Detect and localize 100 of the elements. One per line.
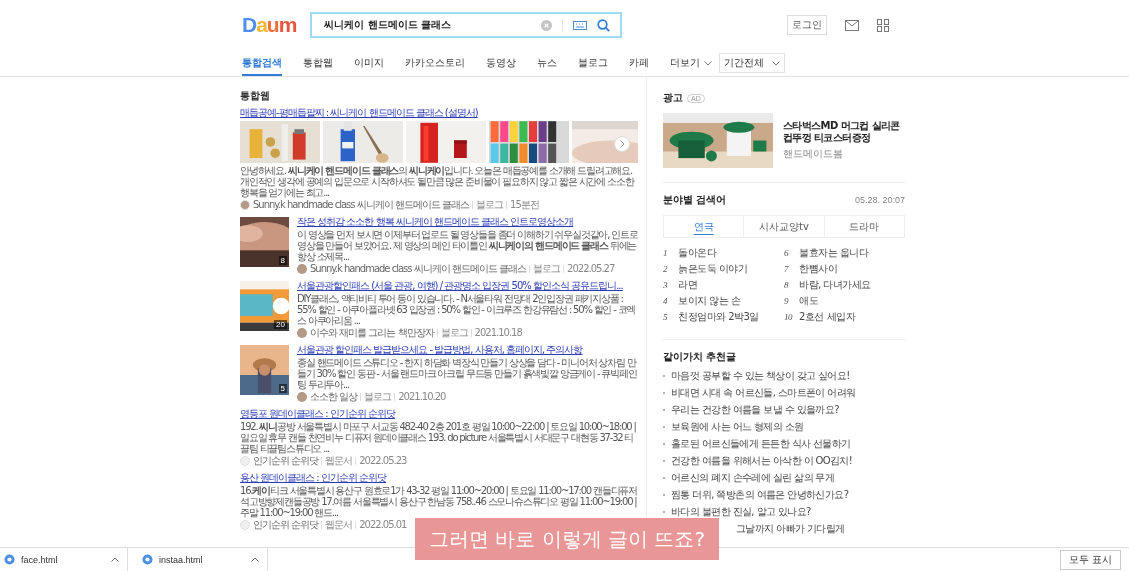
ranking-item[interactable]: 보이지 않는 손: [678, 294, 741, 308]
search-field[interactable]: 씨니케이 핸드메이드 클래스: [322, 18, 532, 32]
download-item[interactable]: face.html: [21, 554, 105, 565]
source-name[interactable]: Sunny.k handmade class 씨니케이 핸드메이드 클래스: [253, 199, 470, 211]
daum-logo[interactable]: Daum: [242, 13, 297, 37]
search-tab[interactable]: 통합웹: [303, 50, 333, 76]
result-link[interactable]: 작은 성취감 소소한 행복 씨니케이 핸드메이드 클래스 인트로영상소개: [297, 215, 638, 228]
caret-icon[interactable]: [111, 557, 119, 562]
search-box[interactable]: 씨니케이 핸드메이드 클래스: [310, 12, 623, 38]
ad-seller: 핸드메이드봄: [783, 147, 844, 161]
ranking-time: 05.28. 20:07: [854, 195, 905, 205]
post-date: 2021.10.18: [474, 327, 522, 339]
search-tab[interactable]: 뉴스: [537, 50, 557, 76]
source-name[interactable]: 소소한 일상: [310, 391, 358, 403]
rank-number: 10: [784, 312, 794, 322]
rank-number: 4: [663, 296, 668, 306]
source-name[interactable]: 인기순위 순위닷: [253, 455, 319, 467]
avatar-icon: [240, 520, 250, 530]
download-item[interactable]: instaa.html: [159, 554, 245, 565]
recommend-item[interactable]: 바다의 불편한 진실, 알고 있나요?: [671, 504, 811, 519]
rank-number: 5: [663, 312, 668, 322]
source-name[interactable]: 이수와 재미를 그리는 책만장자: [310, 327, 434, 339]
file-icon: [4, 554, 15, 565]
avatar-icon: [240, 200, 250, 210]
rank-number: 6: [784, 248, 790, 258]
subtitle-caption: 그러면 바로 이렇게 글이 뜨죠?: [415, 518, 719, 560]
image-count: 20: [274, 320, 287, 329]
avatar-icon: [240, 456, 250, 466]
result-link[interactable]: 매듭공예-평매듭팔찌 : 씨니케이 핸드메이드 클래스 (설명서): [240, 106, 638, 119]
search-tab[interactable]: 카페: [629, 50, 649, 76]
recommend-item[interactable]: 건강한 여름을 위해서는 아삭한 이 OO김치!: [671, 453, 853, 468]
ranking-item[interactable]: 친정엄마와 2박3일: [678, 310, 759, 324]
ranking-item[interactable]: 늙은도둑 이야기: [678, 262, 748, 276]
avatar-icon: [297, 392, 307, 402]
file-icon: [142, 554, 153, 565]
ranking-item[interactable]: 라면: [678, 278, 697, 292]
ranking-item[interactable]: 2호선 세입자: [799, 310, 856, 324]
result-snippet: DIY클래스, 액티비티 투어 등이 있습니다. - N서울타워 전망대 2인입장권 패키지상품 : 55% 할인 - 아쿠아플라넷 63 입장권 : 50% 할인 - 이크루즈 한강유람선 : 50% 할인 - 코엑스 아쿠아리움 ...: [297, 293, 637, 326]
ranking-title: 분야별 검색어: [663, 193, 727, 207]
rank-number: 1: [663, 248, 668, 258]
result-snippet: 이 영상을 먼저 보시면 이제부터 업로드 될 영상들을 좀더 이해하기 쉬우실것같아, 인트로 영상을 만들어 보았어요. 제 영상의 메인 타이틀인 씨니케이의 핸드메이드 클래스 뒤에는 항상 소제목...: [297, 229, 638, 262]
image-count: 8: [278, 256, 287, 265]
result-snippet: 안녕하세요. 씨니케이 핸드메이드 클래스의 씨니케이입니다. 오늘은 매듭공예를 소개해 드릴려고해요. 개인적인 생각에 공예의 입문으로 시작하셔도 될만큼 많은 준비물이 필요하지 않고 짧은 시간에 소소한 행복을 얻기에는 최고...: [240, 165, 635, 198]
more-menu[interactable]: 더보기: [670, 50, 712, 76]
search-tab[interactable]: 이미지: [354, 50, 384, 76]
ad-title[interactable]: 스타벅스MD 머그컵 실리콘컵뚜껑 티코스터증정: [783, 120, 905, 144]
caret-icon[interactable]: [251, 557, 259, 562]
avatar-icon: [297, 264, 307, 274]
caret-icon: [772, 60, 780, 66]
source-type: 블로그: [364, 391, 392, 403]
post-date: 2021.10.20: [398, 391, 446, 403]
ranking-item[interactable]: 애도: [799, 294, 818, 308]
rank-number: 7: [784, 264, 790, 274]
recommend-item[interactable]: 그날까지 아빠가 기다릴게: [736, 521, 845, 536]
chevron-icon: [619, 140, 625, 148]
source-name[interactable]: 인기순위 순위닷: [253, 519, 319, 531]
result-link[interactable]: 서울관광 할인패스 발급받으세요 - 발급방법, 사용처, 홈페이지, 주의사항: [297, 343, 638, 356]
result-link[interactable]: 영등포 원데이클래스 : 인기순위 순위닷: [240, 407, 638, 420]
keyboard-icon[interactable]: [573, 20, 588, 30]
post-date: 2022.05.27: [567, 263, 615, 275]
result-snippet: 종실 핸드메이드 스튜디오 - 한지 하담화 벽장식 만들기 상상을 담다 - 미니어처 상차림 만들기 30% 할인 동판 - 서울 랜드마크 아크릴 무드등 만들기 흙색빛깔 앙금케이 - 큐빅페인팅 두리두아...: [297, 357, 638, 390]
post-date: 15분전: [510, 199, 539, 211]
search-icon[interactable]: [597, 18, 611, 32]
search-tab[interactable]: 카카오스토리: [405, 50, 465, 76]
ranking-item[interactable]: 바람, 다녀가세요: [799, 278, 871, 292]
show-all-button[interactable]: 모두 표시: [1059, 549, 1121, 570]
ranking-item[interactable]: 돌아온다: [678, 246, 716, 260]
recommend-item[interactable]: 어르신의 폐지 손수레에 실린 삶의 무게: [671, 470, 835, 485]
ranking-item[interactable]: 한뼘사이: [799, 262, 837, 276]
rank-number: 9: [784, 296, 790, 306]
source-name[interactable]: Sunny.k handmade class 씨니케이 핸드메이드 클래스: [310, 263, 527, 275]
result-snippet: 16.케이티크 서울특별시 용산구 원효로1가 43-32 평일 11:00~20:00 | 토요일 11:00~17:00 캔들디퓨저석고방향제캔들공방 17.여름 서울특별시 용산구 한남동 758..46 스모나슈스튜디오 평일 11:00~19:00 | 주말 11:00~19:00 핸드...: [240, 485, 638, 518]
source-type: 웹문서: [325, 455, 353, 467]
result-link[interactable]: 서울관광할인패스 (서울 관광, 여행) / 관광명소 입장권 50% 할인소식 공유드립니...: [297, 279, 638, 292]
avatar-icon: [297, 328, 307, 338]
post-date: 2022.05.23: [359, 455, 407, 467]
result-link[interactable]: 용산 원데이클래스 : 인기순위 순위닷: [240, 471, 638, 484]
source-type: 블로그: [440, 327, 468, 339]
login-button[interactable]: 로그인: [787, 15, 827, 35]
mail-icon[interactable]: [845, 19, 859, 31]
recommend-item[interactable]: 우리는 건강한 여름을 보낼 수 있을까요?: [671, 402, 839, 417]
recommend-item[interactable]: 보육원에 사는 어느 형제의 소원: [671, 419, 804, 434]
recommend-item[interactable]: 마음껏 공부할 수 있는 책상이 갖고 싶어요!: [671, 368, 850, 383]
result-snippet: 192. 씨니공방 서울특별시 마포구 서교동 482-40 2층 201호 평일 10:00~22:00 | 토요일 10:00~18:00 | 일요일 휴무 캔들 천연비누 디퓨저 원데이클래스 193. do picture 서울특별시 서대문구 대현동 37-32 티끌팀 티끌팀스튜디오 ...: [240, 421, 637, 454]
section-title: 통합웹: [240, 89, 271, 103]
ad-label: 광고: [663, 91, 683, 105]
post-date: 2022.05.01: [359, 519, 407, 531]
recommend-item[interactable]: 홀로된 어르신들에게 든든한 식사 선물하기: [671, 436, 851, 451]
source-type: 웹문서: [325, 519, 353, 531]
recommend-item[interactable]: 비대면 시대 속 어르신들, 스마트폰이 어려워: [671, 385, 856, 400]
ranking-item[interactable]: 불효자는 웁니다: [799, 246, 869, 260]
source-type: 블로그: [476, 199, 504, 211]
period-select[interactable]: 기간전체: [719, 53, 785, 73]
rank-number: 8: [784, 280, 790, 290]
search-tab[interactable]: 블로그: [578, 50, 608, 76]
apps-icon[interactable]: [877, 18, 889, 32]
search-tab[interactable]: 동영상: [486, 50, 516, 76]
recommend-item[interactable]: 찜통 더위, 쪽방촌의 여름은 안녕하신가요?: [671, 487, 849, 502]
rank-number: 2: [663, 264, 669, 274]
search-tab[interactable]: 통합검색: [242, 50, 282, 76]
